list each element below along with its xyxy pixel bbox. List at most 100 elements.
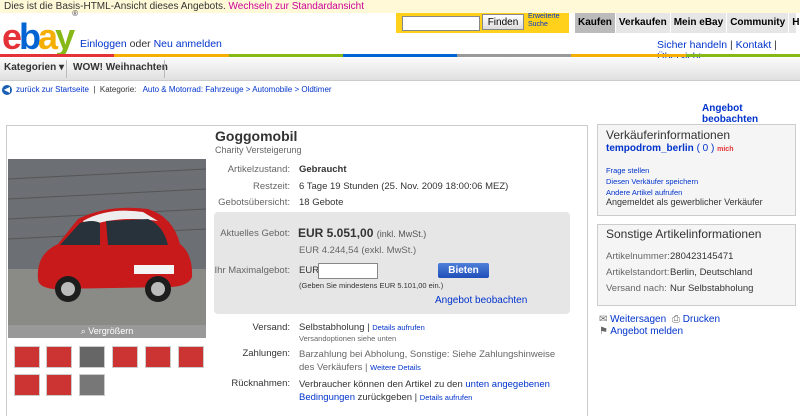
condition-label: Artikelzustand: <box>227 164 290 175</box>
search-button[interactable]: Finden <box>482 14 524 30</box>
print-action[interactable]: ⎙ Drucken <box>672 314 720 325</box>
category-label: Kategorie: <box>99 85 137 94</box>
back-to-home-link[interactable]: zurück zur Startseite <box>16 85 89 94</box>
item-number-value: 280423145471 <box>670 251 734 262</box>
payment-value: Barzahlung bei Abholung, Sonstige: Siehe… <box>299 349 556 373</box>
stripe-segment <box>457 54 572 57</box>
time-left-value: 6 Tage 19 Stunden (25. Nov. 2009 18:00:0… <box>299 181 509 192</box>
category-path-link[interactable]: Auto & Motorrad: Fahrzeuge > Automobile … <box>143 85 332 94</box>
thumbnail[interactable] <box>14 374 40 396</box>
divider <box>164 60 165 78</box>
notice-text: Dies ist die Basis-HTML-Ansicht dieses A… <box>4 1 226 12</box>
shipping-value: Selbstabholung | Details aufrufen <box>299 322 425 333</box>
seller-info-heading: Verkäuferinformationen <box>606 128 731 142</box>
returns-details-link[interactable]: Details aufrufen <box>420 393 473 402</box>
search-input[interactable] <box>402 16 480 31</box>
auth-links: Einloggen oder Neu anmelden <box>80 38 222 50</box>
feedback-score[interactable]: ( 0 ) <box>697 143 715 154</box>
item-title: Goggomobil <box>215 128 298 144</box>
item-info-heading: Sonstige Artikelinformationen <box>606 227 762 241</box>
contact-link[interactable]: Kontakt <box>736 39 772 51</box>
bid-button[interactable]: Bieten <box>438 263 489 278</box>
chevron-down-icon: ▾ <box>59 62 65 73</box>
thumbnail[interactable] <box>79 346 105 368</box>
color-stripe <box>0 54 800 57</box>
stripe-segment <box>228 54 343 57</box>
seller-name-row: tempodrom_berlin ( 0 ) mich <box>606 143 733 154</box>
envelope-icon: ✉ <box>599 314 608 325</box>
signin-link[interactable]: Einloggen <box>80 38 127 50</box>
current-bid-label: Aktuelles Gebot: <box>220 228 290 239</box>
ask-question-link[interactable]: Frage stellen <box>606 166 649 175</box>
ships-to-value: Nur Selbstabholung <box>670 283 754 294</box>
stripe-segment <box>685 54 800 57</box>
max-bid-label: Ihr Maximalgebot: <box>214 265 290 276</box>
advanced-search-link[interactable]: Erweiterte Suche <box>528 13 568 29</box>
stripe-segment <box>571 54 686 57</box>
item-number-label: Artikelnummer: <box>606 251 670 262</box>
watch-item-top-link[interactable]: Angebot beobachten <box>702 103 800 125</box>
price-excl-vat: EUR 4.244,54 (exkl. MwSt.) <box>299 245 417 256</box>
payment-details-link[interactable]: Weitere Details <box>370 363 421 372</box>
seller-name-link[interactable]: tempodrom_berlin <box>606 143 694 154</box>
thumbnail[interactable] <box>46 374 72 396</box>
ebay-logo[interactable]: ebay® <box>2 9 78 55</box>
breadcrumb: zurück zur Startseite | Kategorie: Auto … <box>16 85 332 94</box>
business-seller-note: Angemeldet als gewerblicher Verkäufer <box>606 197 763 207</box>
bid-history-label: Gebotsübersicht: <box>218 197 290 208</box>
or-text: oder <box>129 38 151 50</box>
item-location-label: Artikelstandort: <box>606 267 670 278</box>
nav-mein-ebay[interactable]: Mein eBay <box>671 13 728 33</box>
condition-value: Gebraucht <box>299 164 347 175</box>
returns-label: Rücknahmen: <box>231 378 290 389</box>
nav-hilfe[interactable]: Hilfe <box>789 13 800 33</box>
save-seller-link[interactable]: Diesen Verkäufer speichern <box>606 177 698 186</box>
divider <box>66 60 67 78</box>
thumbnail[interactable] <box>112 346 138 368</box>
me-icon[interactable]: mich <box>717 146 733 153</box>
magnifier-icon: ⌕ <box>80 326 86 336</box>
nav-community[interactable]: Community <box>727 13 790 33</box>
top-nav: Kaufen Verkaufen Mein eBay Community Hil… <box>575 13 800 33</box>
returns-value: Verbraucher können den Artikel zu den un… <box>299 379 550 403</box>
nav-verkaufen[interactable]: Verkaufen <box>616 13 671 33</box>
max-bid-input[interactable] <box>318 263 378 279</box>
car-image <box>8 159 206 325</box>
nav-kaufen[interactable]: Kaufen <box>575 13 616 33</box>
register-link[interactable]: Neu anmelden <box>154 38 222 50</box>
payment-label: Zahlungen: <box>242 348 290 359</box>
item-subtitle: Charity Versteigerung <box>215 145 302 155</box>
time-left-label: Restzeit: <box>253 181 290 192</box>
shipping-details-link[interactable]: Details aufrufen <box>372 323 425 332</box>
notice-bar: Dies ist die Basis-HTML-Ansicht dieses A… <box>0 0 800 13</box>
item-photo[interactable] <box>8 159 206 325</box>
shipping-note: Versandoptionen siehe unten <box>299 334 397 343</box>
watch-item-link[interactable]: Angebot beobachten <box>435 295 527 306</box>
thumbnail[interactable] <box>145 346 171 368</box>
report-item-action[interactable]: ⚑ Angebot melden <box>599 326 683 337</box>
thumbnail[interactable] <box>178 346 204 368</box>
thumbnail[interactable] <box>79 374 105 396</box>
shipping-label: Versand: <box>252 322 291 333</box>
stripe-segment <box>114 54 229 57</box>
bid-history-link[interactable]: 18 Gebote <box>299 197 343 208</box>
other-items-link[interactable]: Andere Artikel aufrufen <box>606 188 682 197</box>
thumbnail[interactable] <box>46 346 72 368</box>
back-arrow-icon[interactable]: ◀ <box>2 85 12 95</box>
flag-icon: ⚑ <box>599 326 608 337</box>
categories-dropdown[interactable]: Kategorien ▾ <box>4 62 64 73</box>
thumbnail[interactable] <box>14 346 40 368</box>
price-note: (inkl. MwSt.) <box>376 229 427 239</box>
zoom-button[interactable]: ⌕ Vergrößern <box>8 325 206 338</box>
current-price: EUR 5.051,00 (inkl. MwSt.) <box>298 226 427 240</box>
ships-to-label: Versand nach: <box>606 283 667 294</box>
item-location-value: Berlin, Deutschland <box>670 267 753 278</box>
stripe-segment <box>0 54 115 57</box>
share-action[interactable]: ✉ Weitersagen <box>599 314 666 325</box>
secure-trading-link[interactable]: Sicher handeln <box>657 39 727 51</box>
stripe-segment <box>342 54 458 57</box>
wow-christmas-link[interactable]: WOW! Weihnachten <box>73 62 168 73</box>
printer-icon: ⎙ <box>672 314 680 325</box>
switch-view-link[interactable]: Wechseln zur Standardansicht <box>229 1 364 12</box>
currency-label: EUR <box>299 265 320 276</box>
